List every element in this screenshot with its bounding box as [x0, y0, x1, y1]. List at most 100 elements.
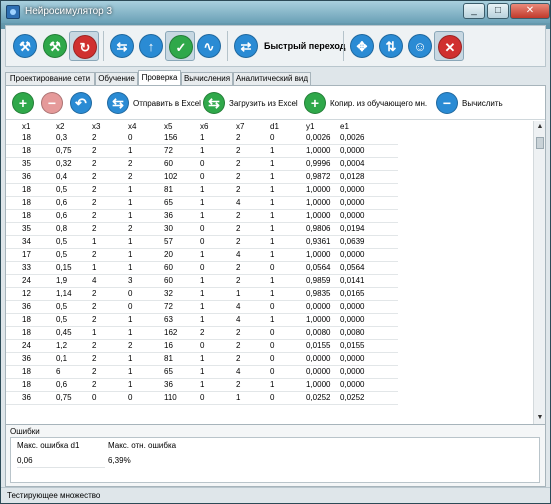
table-cell[interactable]: 0,9872 [304, 170, 338, 184]
table-cell[interactable]: 2 [234, 170, 268, 184]
row-header[interactable] [6, 365, 20, 379]
table-cell[interactable]: 0,3 [54, 131, 90, 145]
table-cell[interactable]: 0,0000 [304, 300, 338, 314]
tab-analytic-view[interactable]: Аналитический вид [233, 72, 311, 85]
table-cell[interactable]: 2 [126, 222, 162, 236]
table-cell[interactable]: 0 [268, 352, 304, 366]
table-cell[interactable]: 4 [234, 365, 268, 379]
table-cell[interactable]: 2 [90, 222, 126, 236]
table-cell[interactable]: 0,0080 [304, 326, 338, 340]
table-row[interactable]: 18 0,6 2 1 65 1 4 1 1,0000 0,0000 [6, 196, 398, 210]
maximize-button[interactable]: □ [487, 3, 509, 19]
table-cell[interactable]: 2 [234, 261, 268, 275]
toolbar-button-12[interactable]: ✕ [434, 31, 464, 61]
table-row[interactable]: 17 0,5 2 1 20 1 4 1 1,0000 0,0000 [6, 248, 398, 262]
table-cell[interactable]: 17 [20, 248, 54, 262]
toolbar-button-10[interactable]: ⇅ [376, 31, 406, 61]
table-cell[interactable]: 4 [234, 196, 268, 210]
table-cell[interactable]: 0,4 [54, 170, 90, 184]
table-cell[interactable]: 0,75 [54, 144, 90, 158]
table-cell[interactable]: 1 [268, 157, 304, 171]
table-cell[interactable]: 2 [90, 300, 126, 314]
table-cell[interactable]: 0 [198, 391, 234, 405]
table-cell[interactable]: 0,0000 [338, 209, 398, 223]
table-cell[interactable]: 35 [20, 157, 54, 171]
table-cell[interactable]: 1 [234, 287, 268, 301]
table-cell[interactable]: 0,0000 [338, 365, 398, 379]
table-cell[interactable]: 2 [90, 313, 126, 327]
table-row[interactable]: 18 0,6 2 1 36 1 2 1 1,0000 0,0000 [6, 378, 398, 392]
table-cell[interactable]: 2 [90, 144, 126, 158]
column-header[interactable]: x1 [20, 121, 54, 131]
table-cell[interactable]: 1 [126, 326, 162, 340]
table-cell[interactable]: 36 [20, 352, 54, 366]
table-cell[interactable]: 0,0252 [338, 391, 398, 405]
toolbar-button-9[interactable]: ✥ [347, 31, 377, 61]
remove-row-button[interactable]: − [41, 91, 63, 115]
table-cell[interactable]: 1 [198, 248, 234, 262]
table-cell[interactable]: 36 [162, 209, 198, 223]
column-header[interactable]: x3 [90, 121, 126, 131]
table-cell[interactable]: 1 [268, 287, 304, 301]
table-cell[interactable]: 18 [20, 131, 54, 145]
table-cell[interactable]: 0,0000 [338, 378, 398, 392]
table-cell[interactable]: 1,0000 [304, 144, 338, 158]
scroll-up-icon[interactable]: ▲ [534, 121, 546, 133]
tab-design[interactable]: Проектирование сети [5, 72, 95, 85]
row-header[interactable] [6, 300, 20, 314]
table-cell[interactable]: 2 [90, 209, 126, 223]
table-cell[interactable]: 1 [268, 222, 304, 236]
table-row[interactable]: 34 0,5 1 1 57 0 2 1 0,9361 0,0639 [6, 235, 398, 249]
table-cell[interactable]: 1 [198, 144, 234, 158]
row-header[interactable] [6, 144, 20, 158]
row-header[interactable] [6, 157, 20, 171]
table-cell[interactable]: 2 [234, 131, 268, 145]
table-cell[interactable]: 0 [268, 365, 304, 379]
table-row[interactable]: 18 0,45 1 1 162 2 2 0 0,0080 0,0080 [6, 326, 398, 340]
table-cell[interactable]: 60 [162, 157, 198, 171]
table-cell[interactable]: 1,0000 [304, 378, 338, 392]
row-header[interactable] [6, 287, 20, 301]
table-cell[interactable]: 36 [162, 378, 198, 392]
table-cell[interactable]: 0,45 [54, 326, 90, 340]
table-cell[interactable]: 0,0000 [338, 313, 398, 327]
row-header[interactable] [6, 235, 20, 249]
table-cell[interactable]: 1 [268, 144, 304, 158]
table-cell[interactable]: 2 [234, 274, 268, 288]
table-cell[interactable]: 20 [162, 248, 198, 262]
table-cell[interactable]: 1 [126, 365, 162, 379]
table-cell[interactable]: 12 [20, 287, 54, 301]
table-cell[interactable]: 18 [20, 144, 54, 158]
table-row[interactable]: 18 6 2 1 65 1 4 0 0,0000 0,0000 [6, 365, 398, 379]
table-cell[interactable]: 24 [20, 274, 54, 288]
table-row[interactable]: 35 0,8 2 2 30 0 2 1 0,9806 0,0194 [6, 222, 398, 236]
table-row[interactable]: 36 0,1 2 1 81 1 2 0 0,0000 0,0000 [6, 352, 398, 366]
table-cell[interactable]: 0,0155 [304, 339, 338, 353]
table-cell[interactable]: 2 [90, 157, 126, 171]
table-cell[interactable]: 4 [90, 274, 126, 288]
table-cell[interactable]: 2 [234, 144, 268, 158]
table-cell[interactable]: 1 [198, 378, 234, 392]
table-cell[interactable]: 0 [198, 222, 234, 236]
table-cell[interactable]: 0,0000 [338, 352, 398, 366]
table-cell[interactable]: 72 [162, 144, 198, 158]
table-cell[interactable]: 2 [234, 222, 268, 236]
column-header[interactable]: e1 [338, 121, 398, 131]
table-cell[interactable]: 18 [20, 209, 54, 223]
table-cell[interactable]: 18 [20, 365, 54, 379]
row-header[interactable] [6, 326, 20, 340]
table-cell[interactable]: 0,5 [54, 235, 90, 249]
data-grid[interactable]: x1 x2 x3 x4 x5 x6 x7 d1 y1 e1 18 0,3 2 0 156… [6, 121, 545, 424]
table-cell[interactable]: 0,5 [54, 248, 90, 262]
table-cell[interactable]: 0,1 [54, 352, 90, 366]
row-header[interactable] [6, 209, 20, 223]
table-cell[interactable]: 4 [234, 300, 268, 314]
table-cell[interactable]: 0 [198, 157, 234, 171]
toolbar-button-5[interactable]: ↑ [136, 31, 166, 61]
table-cell[interactable]: 1 [126, 183, 162, 197]
row-header[interactable] [6, 352, 20, 366]
table-cell[interactable]: 1 [234, 391, 268, 405]
table-cell[interactable]: 1 [268, 196, 304, 210]
table-cell[interactable]: 2 [234, 235, 268, 249]
table-cell[interactable]: 1 [126, 196, 162, 210]
